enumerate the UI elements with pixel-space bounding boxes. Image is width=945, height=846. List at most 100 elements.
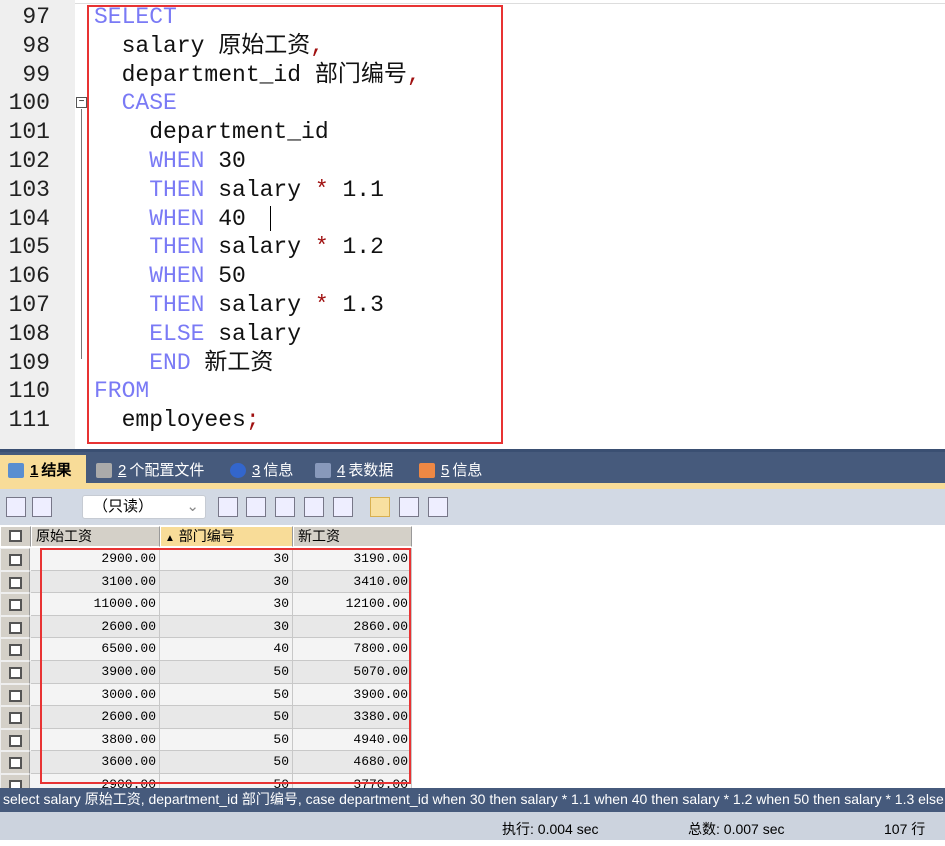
code-text: WHEN 30 (94, 147, 246, 176)
table-cell[interactable]: 3900.00 (293, 683, 412, 707)
table-cell[interactable]: 50 (160, 728, 293, 752)
tab-label: 结果 (41, 462, 72, 479)
table-cell[interactable]: 2600.00 (31, 706, 160, 729)
table-row[interactable]: 3900.00 50 5070.00 (0, 661, 412, 684)
row-checkbox[interactable] (0, 661, 30, 684)
row-checkbox[interactable] (0, 615, 30, 639)
table-row[interactable]: 2600.00 30 2860.00 (0, 615, 412, 639)
select-all-checkbox[interactable] (0, 526, 31, 547)
table-cell[interactable]: 2860.00 (293, 615, 412, 639)
column-header-salary[interactable]: 原始工资 (31, 526, 160, 547)
line-number: 97 (22, 4, 50, 30)
line-number: 100 (8, 90, 50, 117)
table-cell[interactable]: 3190.00 (293, 548, 412, 571)
row-checkbox[interactable] (0, 548, 30, 571)
tab-number: 3 (252, 462, 261, 479)
table-cell[interactable]: 30 (160, 570, 293, 594)
tab-2[interactable]: 2 个配置文件 (88, 455, 220, 486)
tab-5[interactable]: 5 信息 (411, 455, 495, 486)
table-cell[interactable]: 2600.00 (31, 615, 160, 639)
table-row[interactable]: 3000.00 50 3900.00 (0, 683, 412, 707)
table-row[interactable]: 3100.00 30 3410.00 (0, 570, 412, 594)
table-row[interactable]: 2900.00 50 3770.00 (0, 774, 412, 788)
add-row-icon[interactable] (218, 497, 238, 517)
code-token: * (314, 176, 329, 203)
table-cell[interactable]: 40 (160, 638, 293, 661)
delete-icon[interactable] (304, 497, 324, 517)
cancel-icon[interactable] (333, 497, 353, 517)
code-token: 30 (204, 148, 246, 174)
info-shapes-icon (419, 463, 435, 478)
fold-guide (81, 109, 82, 359)
table-cell[interactable]: 7800.00 (293, 638, 412, 661)
form-view-icon[interactable] (399, 497, 419, 517)
code-text: THEN salary * 1.3 (94, 291, 384, 320)
save-icon[interactable] (275, 497, 295, 517)
table-cell[interactable]: 3100.00 (31, 570, 160, 594)
text-view-icon[interactable] (428, 497, 448, 517)
line-number: 103 (8, 176, 50, 203)
row-checkbox[interactable] (0, 593, 30, 616)
table-row[interactable]: 6500.00 40 7800.00 (0, 638, 412, 661)
row-checkbox[interactable] (0, 728, 30, 752)
table-cell[interactable]: 3800.00 (31, 728, 160, 752)
code-token: salary (204, 234, 315, 261)
table-cell[interactable]: 30 (160, 593, 293, 616)
code-text: END 新工资 (94, 349, 273, 378)
table-cell[interactable]: 2900.00 (31, 548, 160, 571)
row-checkbox[interactable] (0, 774, 30, 788)
line-number: 102 (8, 148, 50, 174)
code-token: , (406, 61, 421, 88)
row-checkbox[interactable] (0, 751, 30, 774)
table-cell[interactable]: 50 (160, 751, 293, 774)
fold-collapse-icon[interactable]: − (76, 97, 87, 108)
tab-1[interactable]: 1 结果 (0, 455, 86, 486)
row-checkbox[interactable] (0, 706, 30, 729)
table-cell[interactable]: 3410.00 (293, 570, 412, 594)
duplicate-row-icon[interactable] (246, 497, 266, 517)
tab-3[interactable]: 3 信息 (222, 455, 305, 486)
row-checkbox[interactable] (0, 683, 30, 707)
row-checkbox[interactable] (0, 570, 30, 594)
table-cell[interactable]: 4940.00 (293, 728, 412, 752)
tab-4[interactable]: 4 表数据 (307, 455, 409, 486)
table-cell[interactable]: 50 (160, 706, 293, 729)
table-cell[interactable]: 3600.00 (31, 751, 160, 774)
code-text: SELECT (94, 3, 177, 32)
code-token: WHEN (94, 263, 205, 290)
table-row[interactable]: 11000.00 30 12100.00 (0, 593, 412, 616)
table-cell[interactable]: 6500.00 (31, 638, 160, 661)
table-cell[interactable]: 3380.00 (293, 706, 412, 729)
code-token: CASE (94, 90, 177, 117)
row-checkbox[interactable] (0, 638, 30, 661)
result-toolbar: （只读） ⌄ (0, 489, 945, 525)
table-row[interactable]: 3600.00 50 4680.00 (0, 751, 412, 774)
table-row[interactable]: 2900.00 30 3190.00 (0, 548, 412, 571)
table-cell[interactable]: 11000.00 (31, 593, 160, 616)
sql-editor[interactable]: 97 SELECT 98 salary 原始工资, 99 department_id … (0, 0, 945, 449)
table-cell[interactable]: 3770.00 (293, 774, 412, 788)
grid-view-icon[interactable] (370, 497, 390, 517)
exec-time: 执行: 0.004 sec (502, 821, 599, 837)
table-cell[interactable]: 5070.00 (293, 661, 412, 684)
table-row[interactable]: 2600.00 50 3380.00 (0, 706, 412, 729)
table-cell[interactable]: 3900.00 (31, 661, 160, 684)
table-cell[interactable]: 50 (160, 661, 293, 684)
table-cell[interactable]: 3000.00 (31, 683, 160, 707)
table-cell[interactable]: 2900.00 (31, 774, 160, 788)
column-header-new-salary[interactable]: 新工资 (293, 526, 412, 547)
import-icon[interactable] (32, 497, 52, 517)
code-token: , (310, 32, 325, 59)
code-token: salary (204, 176, 315, 203)
table-cell[interactable]: 30 (160, 548, 293, 571)
table-cell[interactable]: 30 (160, 615, 293, 639)
table-row[interactable]: 3800.00 50 4940.00 (0, 728, 412, 752)
column-header-department[interactable]: ▲ 部门编号 (160, 526, 293, 547)
table-cell[interactable]: 12100.00 (293, 593, 412, 616)
table-cell[interactable]: 50 (160, 774, 293, 788)
code-token: THEN (94, 292, 205, 318)
table-cell[interactable]: 4680.00 (293, 751, 412, 774)
mode-select[interactable]: （只读） ⌄ (82, 495, 206, 519)
table-cell[interactable]: 50 (160, 683, 293, 707)
export-icon[interactable] (6, 497, 26, 517)
